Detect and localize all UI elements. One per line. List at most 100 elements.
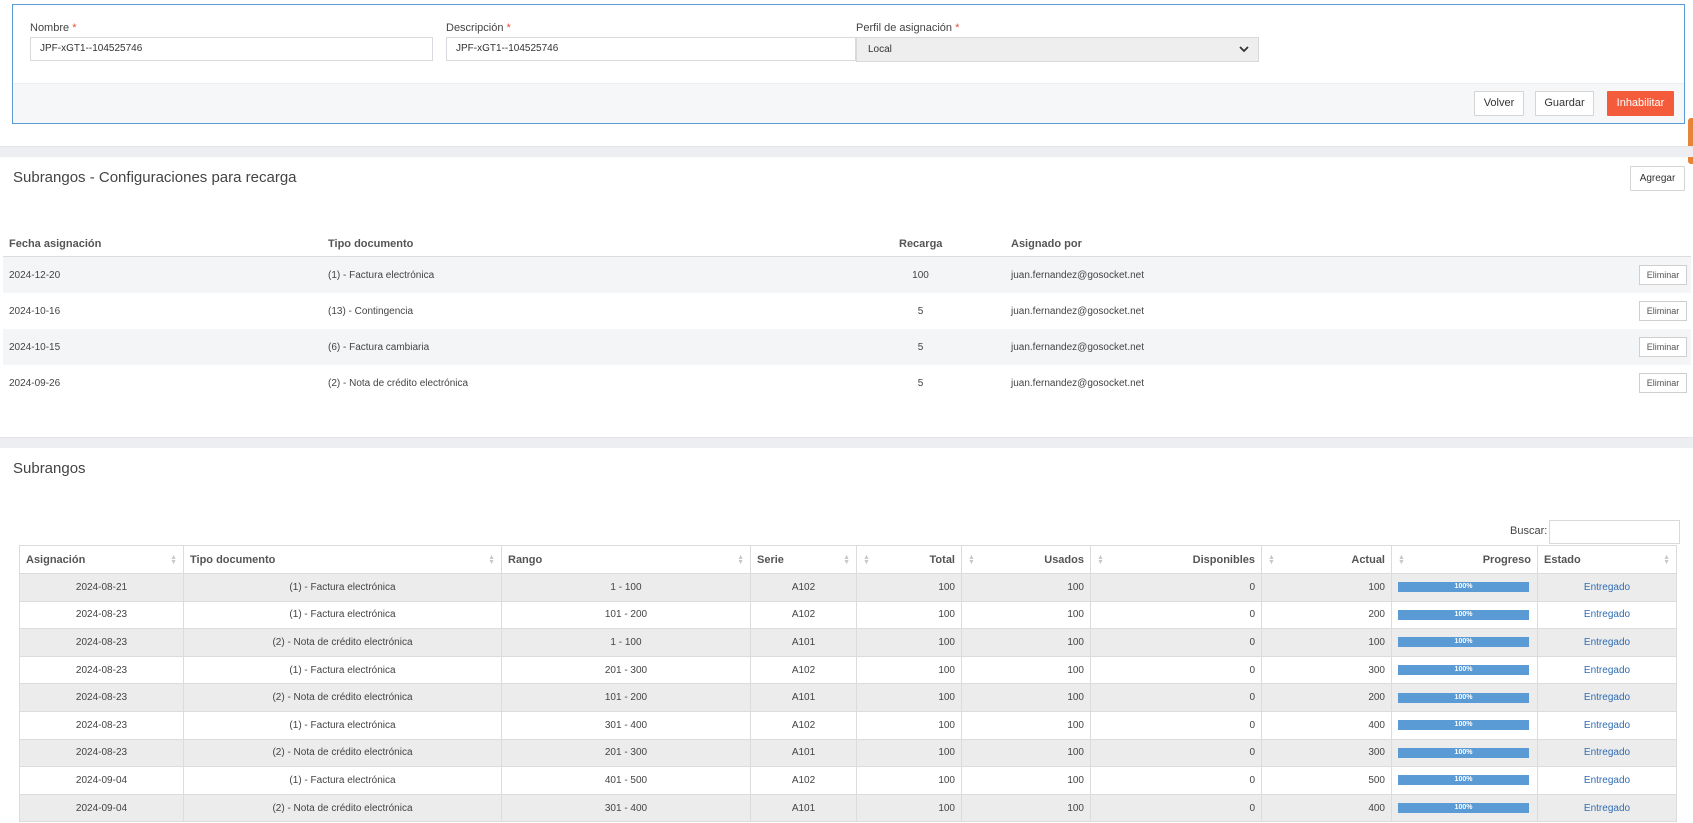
cell-estado: Entregado xyxy=(1537,573,1677,602)
estado-link[interactable]: Entregado xyxy=(1584,609,1630,620)
cell-disponibles: 0 xyxy=(1090,710,1262,740)
cell-total: 100 xyxy=(856,628,962,657)
cell-usados: 100 xyxy=(961,683,1091,712)
cell-asignado: juan.fernandez@gosocket.net xyxy=(1011,378,1145,389)
column-header-usados[interactable]: ▲ ▼ Usados xyxy=(961,545,1091,574)
guardar-button[interactable]: Guardar xyxy=(1535,91,1594,116)
cell-rango: 201 - 300 xyxy=(501,655,751,685)
cell-serie: A102 xyxy=(750,766,857,795)
estado-link[interactable]: Entregado xyxy=(1584,720,1630,731)
chevron-down-icon xyxy=(1239,46,1249,53)
volver-button[interactable]: Volver xyxy=(1474,91,1524,116)
side-feedback-tab[interactable] xyxy=(1688,118,1693,164)
section-divider xyxy=(0,437,1693,448)
progress-bar: 100% xyxy=(1398,720,1529,731)
cell-estado: Entregado xyxy=(1537,766,1677,795)
eliminar-button[interactable]: Eliminar xyxy=(1639,301,1687,321)
cell-total: 100 xyxy=(856,600,962,630)
eliminar-button[interactable]: Eliminar xyxy=(1639,265,1687,285)
cell-tipo: (2) - Nota de crédito electrónica xyxy=(183,793,502,823)
sort-icon: ▲ ▼ xyxy=(737,554,744,566)
table-row: 2024-08-23 (1) - Factura electrónica 101… xyxy=(19,600,1677,630)
perfil-select-value: Local xyxy=(868,44,892,55)
progress-bar: 100% xyxy=(1398,803,1529,814)
cell-tipo: (1) - Factura electrónica xyxy=(183,573,502,602)
agregar-button[interactable]: Agregar xyxy=(1630,166,1685,191)
sort-icon: ▲ ▼ xyxy=(843,554,850,566)
progress-bar: 100% xyxy=(1398,637,1529,648)
progress-bar: 100% xyxy=(1398,775,1529,786)
cell-fecha: 2024-10-15 xyxy=(9,342,61,353)
cell-usados: 100 xyxy=(961,710,1091,740)
cell-fecha: 2024-10-16 xyxy=(9,306,61,317)
cell-estado: Entregado xyxy=(1537,710,1677,740)
descripcion-label: Descripción * xyxy=(446,22,511,34)
cell-usados: 100 xyxy=(961,628,1091,657)
column-header-rango[interactable]: Rango ▲ ▼ xyxy=(501,545,751,574)
sort-icon: ▲ ▼ xyxy=(863,554,870,566)
progress-bar: 100% xyxy=(1398,692,1529,703)
column-header-estado[interactable]: Estado ▲ ▼ xyxy=(1537,545,1677,574)
column-header-recarga: Recarga xyxy=(899,238,943,250)
edit-form-panel: Nombre * JPF-xGT1--104525746 Descripción… xyxy=(12,4,1685,124)
recarga-section-title: Subrangos - Configuraciones para recarga xyxy=(13,169,297,186)
nombre-input[interactable]: JPF-xGT1--104525746 xyxy=(30,37,433,61)
cell-rango: 1 - 100 xyxy=(501,573,751,602)
estado-link[interactable]: Entregado xyxy=(1584,637,1630,648)
descripcion-input[interactable]: JPF-xGT1--104525746 xyxy=(446,37,856,61)
eliminar-button[interactable]: Eliminar xyxy=(1639,337,1687,357)
cell-tipo: (1) - Factura electrónica xyxy=(183,766,502,795)
cell-disponibles: 0 xyxy=(1090,793,1262,823)
cell-serie: A101 xyxy=(750,738,857,768)
cell-total: 100 xyxy=(856,573,962,602)
column-header-total[interactable]: ▲ ▼ Total xyxy=(856,545,962,574)
column-header-tipo[interactable]: Tipo documento ▲ ▼ xyxy=(183,545,502,574)
nombre-label: Nombre * xyxy=(30,22,77,34)
sort-icon: ▲ ▼ xyxy=(1398,554,1405,566)
column-header-progreso[interactable]: ▲ ▼ Progreso xyxy=(1391,545,1538,574)
cell-tipo: (2) - Nota de crédito electrónica xyxy=(328,378,469,389)
perfil-select[interactable]: Local xyxy=(856,37,1259,62)
cell-usados: 100 xyxy=(961,655,1091,685)
search-label: Buscar: xyxy=(1510,525,1548,537)
estado-link[interactable]: Entregado xyxy=(1584,665,1630,676)
cell-tipo: (13) - Contingencia xyxy=(328,306,414,317)
cell-serie: A101 xyxy=(750,628,857,657)
table-row: 2024-08-23 (1) - Factura electrónica 201… xyxy=(19,655,1677,685)
column-header-asignacion[interactable]: Asignación ▲ ▼ xyxy=(19,545,184,574)
column-header-actual[interactable]: ▲ ▼ Actual xyxy=(1261,545,1392,574)
subrangos-section-title: Subrangos xyxy=(13,460,86,477)
inhabilitar-button[interactable]: Inhabilitar xyxy=(1607,91,1674,116)
cell-asignacion: 2024-08-23 xyxy=(19,710,184,740)
cell-actual: 500 xyxy=(1261,766,1392,795)
eliminar-button[interactable]: Eliminar xyxy=(1639,373,1687,393)
cell-asignacion: 2024-08-23 xyxy=(19,600,184,630)
column-header-disponibles[interactable]: ▲ ▼ Disponibles xyxy=(1090,545,1262,574)
cell-fecha: 2024-09-26 xyxy=(9,378,61,389)
cell-asignacion: 2024-08-23 xyxy=(19,738,184,768)
cell-actual: 300 xyxy=(1261,738,1392,768)
cell-tipo: (2) - Nota de crédito electrónica xyxy=(183,738,502,768)
estado-link[interactable]: Entregado xyxy=(1584,582,1630,593)
required-mark: * xyxy=(72,22,77,34)
estado-link[interactable]: Entregado xyxy=(1584,692,1630,703)
estado-link[interactable]: Entregado xyxy=(1584,747,1630,758)
search-input[interactable] xyxy=(1549,520,1680,544)
table-row: 2024-12-20 (1) - Factura electrónica 100… xyxy=(3,257,1691,293)
required-mark: * xyxy=(506,22,511,34)
cell-progreso: 100% xyxy=(1391,655,1538,685)
column-header-serie[interactable]: Serie ▲ ▼ xyxy=(750,545,857,574)
cell-usados: 100 xyxy=(961,766,1091,795)
cell-progreso: 100% xyxy=(1391,573,1538,602)
progress-bar: 100% xyxy=(1398,582,1529,593)
progress-bar: 100% xyxy=(1398,665,1529,676)
cell-progreso: 100% xyxy=(1391,628,1538,657)
cell-actual: 400 xyxy=(1261,793,1392,823)
estado-link[interactable]: Entregado xyxy=(1584,803,1630,814)
estado-link[interactable]: Entregado xyxy=(1584,775,1630,786)
column-header-tipo: Tipo documento xyxy=(328,238,414,250)
sort-icon: ▲ ▼ xyxy=(1663,554,1670,566)
cell-progreso: 100% xyxy=(1391,766,1538,795)
table-row: 2024-10-15 (6) - Factura cambiaria 5 jua… xyxy=(3,329,1691,365)
cell-serie: A102 xyxy=(750,655,857,685)
